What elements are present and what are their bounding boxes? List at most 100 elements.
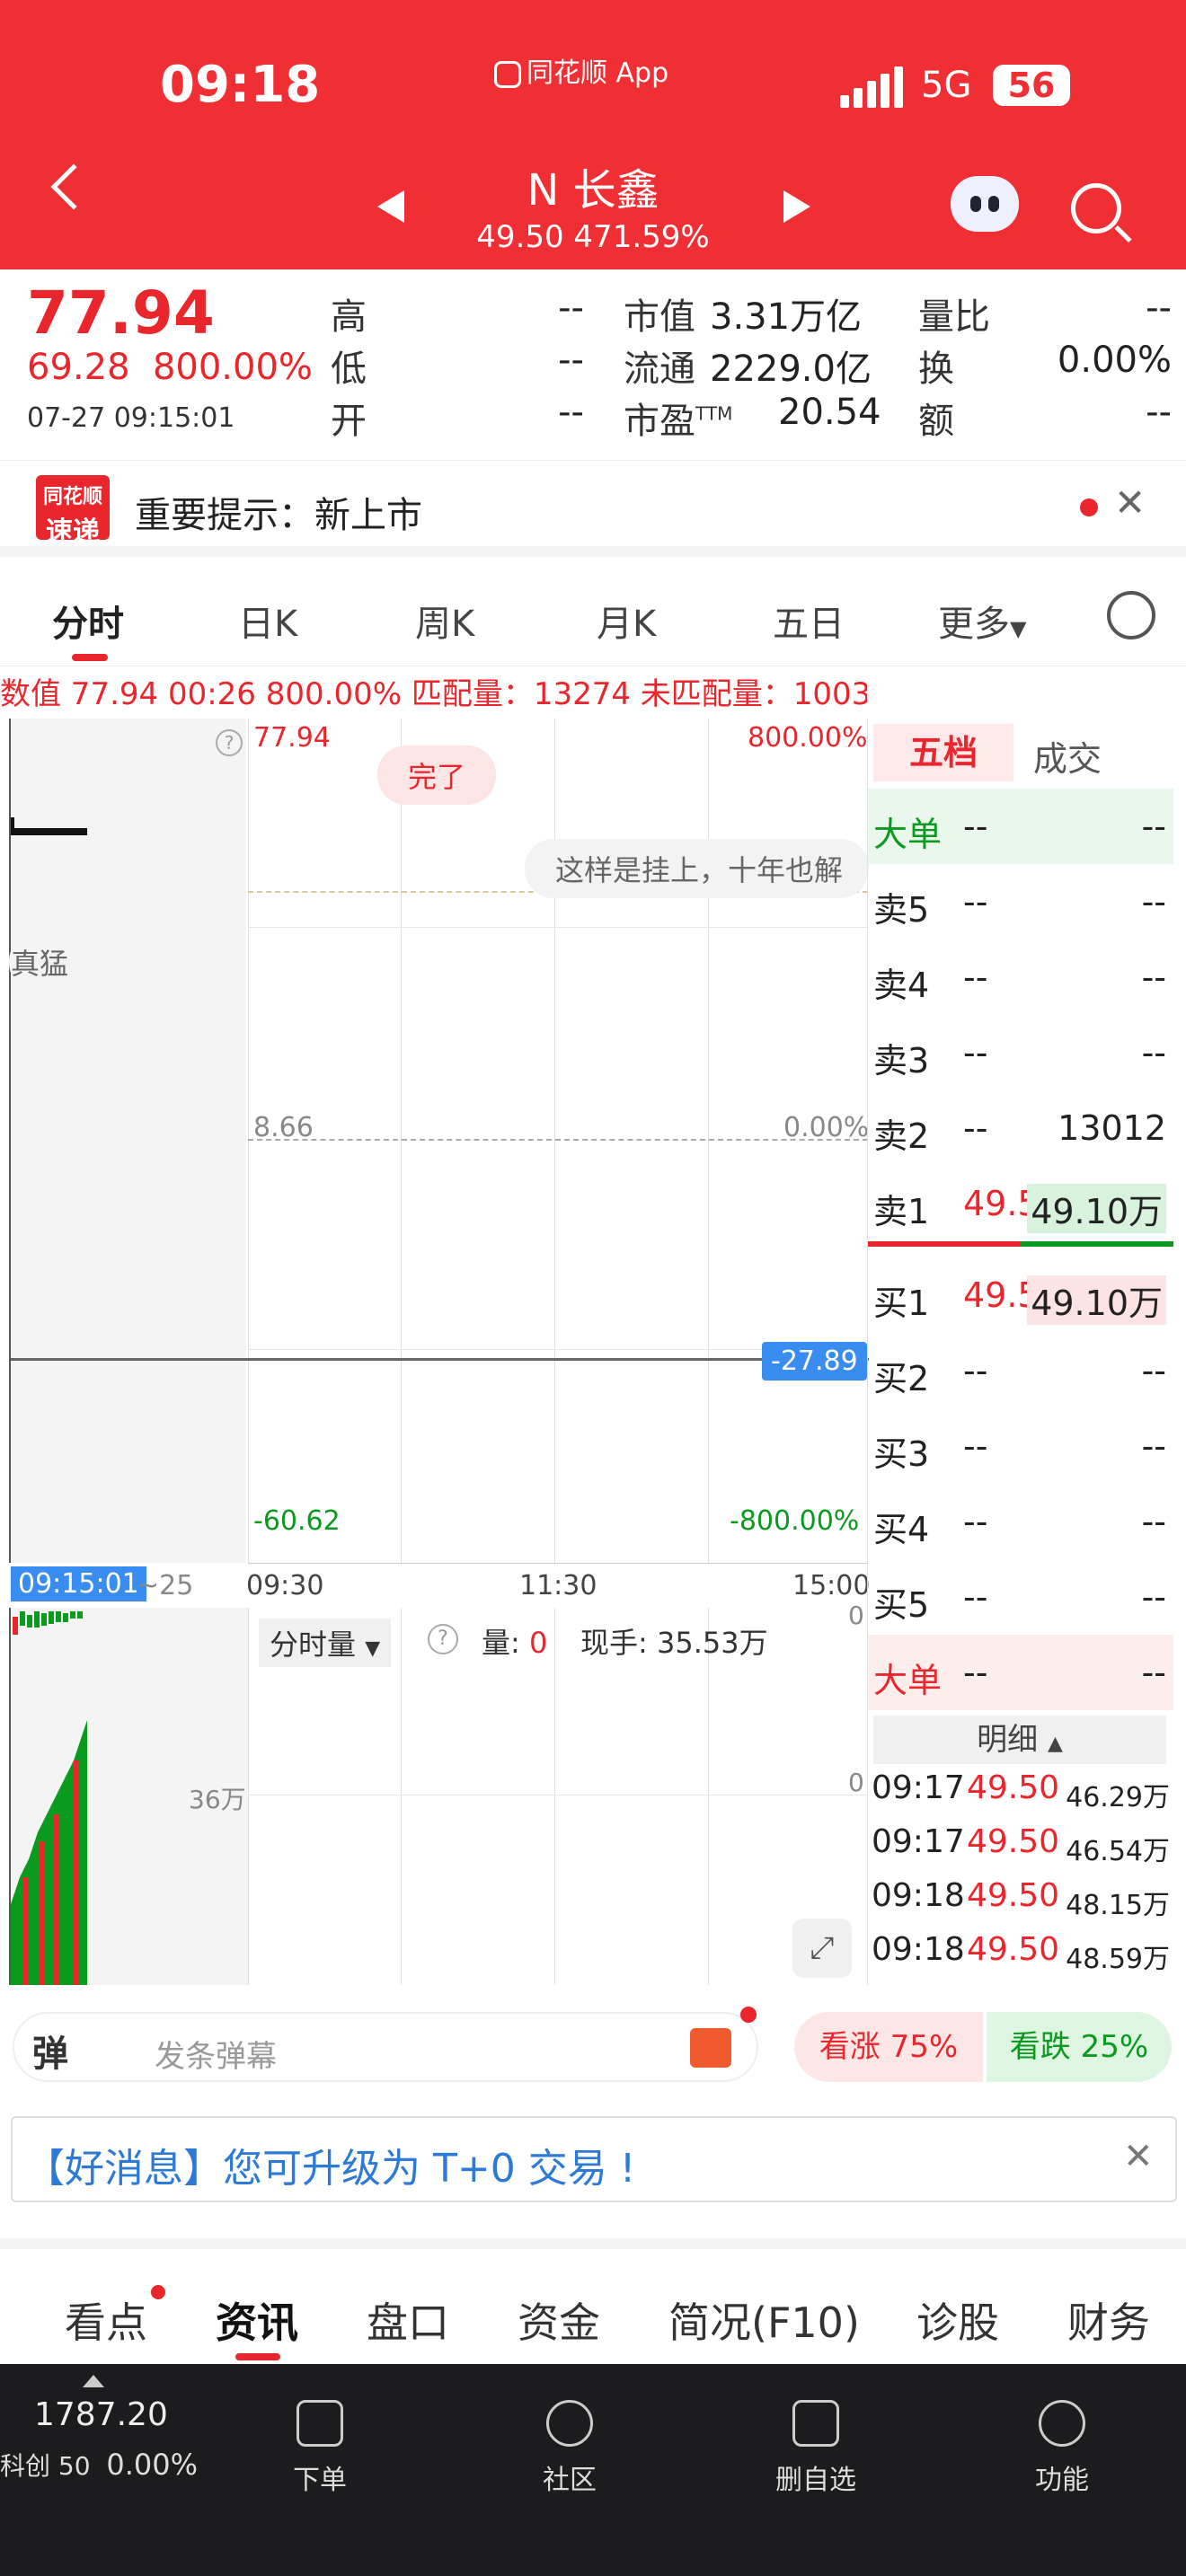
vote-up-button[interactable]: 看涨 75% [794,2012,983,2082]
tab-five-day[interactable]: 五日 [773,595,845,647]
index-quote[interactable]: 科创 50 0.00% [0,2447,198,2483]
tab-news[interactable]: 资讯 [216,2290,298,2350]
preclose-line [248,1139,868,1141]
danmu-message: 真猛 [9,932,100,992]
amount-label: 额 [918,401,954,442]
tab-f10[interactable]: 简况(F10) [668,2290,860,2350]
unread-dot-icon [1080,498,1098,516]
help-icon[interactable]: ? [428,1624,458,1654]
time-label-close: 15:00 [792,1570,871,1601]
high-label: 高 [331,296,367,338]
danmu-input-bar[interactable]: 弹 发条弹幕 [13,2007,758,2082]
open-value: -- [558,392,584,433]
trade-detail-list: 09:17 49.50 46.29万 09:17 49.50 46.54万 09… [872,1769,1173,1985]
buy-3-row[interactable]: 买3 -- -- [868,1408,1173,1484]
sell-3-row[interactable]: 卖3 -- -- [868,1015,1173,1090]
tab-trades[interactable]: 成交 [1033,731,1102,781]
app-header: 09:18 同花顺 App 5G 56 N 长鑫 49.50 471.59% [0,0,1186,269]
vote-down-button[interactable]: 看跌 25% [987,2012,1172,2082]
bottom-toolbar: 1787.20 科创 50 0.00% 下单 社区 删自选 功能 [0,2364,1186,2576]
help-icon[interactable]: ? [216,729,243,756]
tab-highlights[interactable]: 看点 [65,2290,147,2350]
order-button[interactable]: 下单 [266,2400,374,2497]
crosshair-line [11,1358,869,1361]
sell-2-row[interactable]: 卖2 -- 13012 [868,1090,1173,1166]
close-icon[interactable]: ✕ [1123,2136,1154,2177]
turnover-value: 0.00% [1057,340,1172,381]
auction-ticker: 数值 77.94 00:26 800.00% 匹配量：13274 未匹配量：10… [0,676,867,712]
remove-watchlist-button[interactable]: 删自选 [762,2400,870,2497]
price-change: 69.28 800.00% [27,347,313,388]
robot-assistant-icon[interactable] [951,176,1019,232]
danmu-toggle-icon[interactable]: 弹 [32,2025,68,2077]
stock-subtitle: 49.50 471.59% [476,219,710,255]
buy-ratio-bar [868,1241,1021,1247]
tab-diagnose[interactable]: 诊股 [916,2290,999,2350]
cursor-value-tag: -27.89 [762,1342,867,1381]
next-stock-icon[interactable] [783,190,810,223]
sell-1-row[interactable]: 卖1 49.50 49.10万 [868,1166,1173,1241]
chart-high-pct: 800.00% [748,722,868,754]
tab-five-levels[interactable]: 五档 [873,724,1013,781]
order-book: 五档 成交 大单 -- -- 卖5 -- -- 卖4 -- -- 卖3 -- -… [867,719,1173,1985]
tab-finance[interactable]: 财务 [1067,2290,1150,2350]
tab-handicap[interactable]: 盘口 [367,2290,449,2350]
detail-toggle[interactable]: 明细 ▲ [873,1716,1166,1764]
open-label: 开 [331,401,367,442]
buy-1-row[interactable]: 买1 49.50 49.10万 [868,1257,1173,1333]
float-cap-value: 2229.0亿 [710,348,872,390]
danmu-message: 完了 [377,745,497,805]
list-item: 09:18 49.50 48.59万 [872,1931,1170,1975]
time-label-open: 09:30 [246,1570,324,1601]
amount-value: -- [1146,392,1172,433]
danmu-input[interactable]: 发条弹幕 [155,2032,277,2076]
promo-text: 【好消息】您可升级为 T+0 交易 ! [25,2146,636,2192]
notice-text: 重要提示：新上市 [135,495,422,536]
status-time: 09:18 [160,56,321,114]
pre-price-line [11,828,87,835]
pe-value: 20.54 [778,392,881,433]
buy-2-row[interactable]: 买2 -- -- [868,1333,1173,1408]
danmu-message: 这样是挂上，十年也解 [525,839,869,898]
community-button[interactable]: 社区 [516,2400,624,2497]
promo-banner[interactable]: 【好消息】您可升级为 T+0 交易 ! ✕ [11,2116,1177,2202]
volume-selector[interactable]: 分时量 ▼ [259,1619,392,1667]
big-sell-row: 大单 -- -- [868,789,1173,864]
tab-weekly-k[interactable]: 周K [415,595,474,647]
star-badge-icon [546,2400,593,2447]
tab-intraday[interactable]: 分时 [52,595,124,647]
low-value: -- [558,340,584,381]
buy-5-row[interactable]: 买5 -- -- [868,1559,1173,1635]
buy-4-row[interactable]: 买4 -- -- [868,1484,1173,1559]
menu-icon [1039,2400,1085,2447]
sell-4-row[interactable]: 卖4 -- -- [868,940,1173,1015]
tab-daily-k[interactable]: 日K [238,595,297,647]
volume-chart[interactable]: 分时量 ▼ ? 量: 0 现手: 35.53万 36万 0 0 ⤢ [9,1601,868,1985]
prev-stock-icon[interactable] [377,190,404,223]
market-cap-value: 3.31万亿 [710,296,863,338]
sell-5-row[interactable]: 卖5 -- -- [868,864,1173,940]
close-icon[interactable]: ✕ [1114,481,1146,525]
stock-name: N 长鑫 [527,165,659,216]
notice-bar[interactable]: 同花顺 速递 重要提示：新上市 ✕ [0,460,1186,557]
chart-low-price: -60.62 [253,1505,341,1537]
tab-more[interactable]: 更多▼ [938,595,1026,647]
settings-hex-icon[interactable] [1107,591,1155,640]
express-logo-icon: 同花顺 速递 [36,475,110,548]
app-badge: 同花顺 App [494,50,668,90]
gift-icon[interactable] [690,2028,731,2068]
back-icon[interactable] [50,163,97,210]
functions-button[interactable]: 功能 [1008,2400,1116,2497]
tab-monthly-k[interactable]: 月K [597,595,656,647]
dropdown-icon: ▼ [365,1637,381,1660]
fullscreen-icon[interactable]: ⤢ [792,1919,852,1978]
dropdown-icon: ▼ [1010,616,1027,641]
tab-funds[interactable]: 资金 [518,2290,600,2350]
volume-bars [11,1611,87,1985]
time-label-noon: 11:30 [519,1570,597,1601]
network-type: 5G [921,65,972,106]
intraday-chart[interactable]: ? 77.94 800.00% 8.66 0.00% -27.89 -60.62… [9,719,869,1564]
volume-ratio-value: -- [1146,287,1172,329]
chart-low-pct: -800.00% [730,1505,860,1537]
search-icon[interactable] [1071,183,1121,234]
